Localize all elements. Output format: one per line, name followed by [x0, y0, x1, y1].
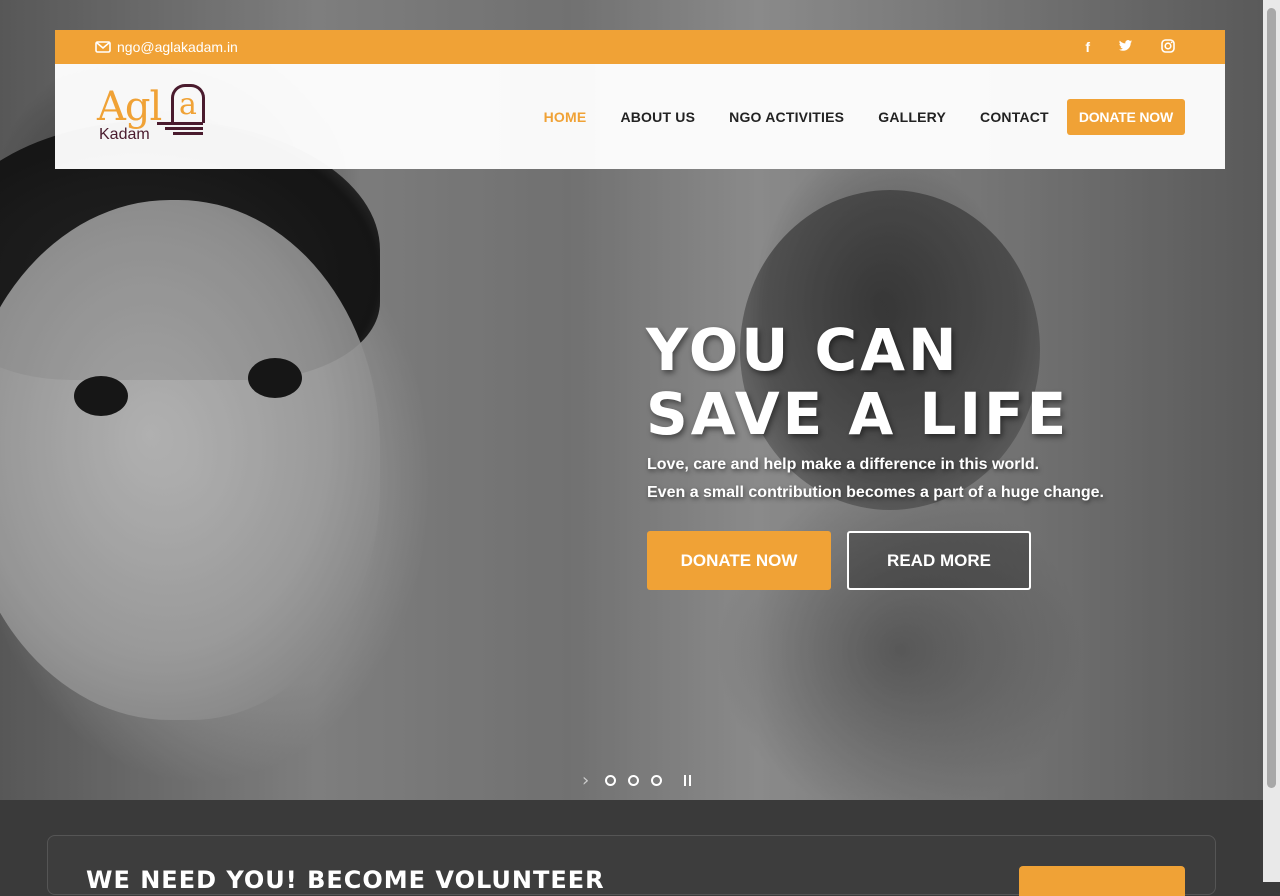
page-scrollbar[interactable] — [1263, 0, 1280, 882]
logo-door-a: a — [171, 83, 205, 123]
slider-dot[interactable] — [651, 775, 663, 786]
slider-dot[interactable] — [628, 775, 640, 786]
email-text: ngo@aglakadam.in — [117, 39, 238, 55]
logo-steps-icon — [157, 121, 203, 137]
slider-pause-icon[interactable] — [684, 775, 692, 786]
scrollbar-thumb[interactable] — [1267, 8, 1276, 788]
slider-next-arrow-icon[interactable]: › — [582, 770, 589, 791]
hero-subtext-line2: Even a small contribution becomes a part… — [647, 484, 1104, 501]
hero-donate-button[interactable]: DONATE NOW — [647, 531, 831, 590]
social-links: f — [1085, 38, 1185, 56]
nav-donate-button[interactable]: DONATE NOW — [1066, 98, 1185, 135]
slider-controls: › — [582, 770, 692, 791]
nav-menu: HOME ABOUT US NGO ACTIVITIES GALLERY CON… — [510, 98, 1185, 135]
hero-headline-line2: SAVE A LIFE — [646, 380, 1070, 448]
hero-headline: YOU CAN SAVE A LIFE — [646, 318, 1069, 446]
slider-dot[interactable] — [605, 775, 617, 786]
logo-text-sub: Kadam — [99, 125, 150, 143]
main-navbar: Agl a Kadam HOME ABOUT US NGO ACTIVITIES… — [55, 64, 1225, 169]
volunteer-title: WE NEED YOU! BECOME VOLUNTEER — [86, 866, 605, 894]
nav-item-about-us[interactable]: ABOUT US — [620, 109, 695, 125]
twitter-icon[interactable] — [1118, 39, 1133, 55]
hero-read-more-button[interactable]: READ MORE — [847, 531, 1031, 590]
facebook-icon[interactable]: f — [1085, 39, 1090, 55]
hero-headline-line1: YOU CAN — [646, 316, 960, 384]
logo-text-main: Agl — [97, 83, 162, 130]
nav-item-contact[interactable]: CONTACT — [980, 109, 1049, 125]
envelope-icon — [95, 41, 111, 53]
nav-item-home[interactable]: HOME — [544, 109, 587, 125]
instagram-icon[interactable] — [1161, 38, 1175, 56]
top-bar: ngo@aglakadam.in f — [55, 30, 1225, 64]
nav-item-gallery[interactable]: GALLERY — [878, 109, 946, 125]
volunteer-button[interactable] — [1019, 866, 1185, 896]
agla-kadam-logo[interactable]: Agl a Kadam — [97, 82, 207, 152]
email-link[interactable]: ngo@aglakadam.in — [95, 39, 238, 55]
hero-subtext-line1: Love, care and help make a difference in… — [647, 456, 1040, 473]
nav-item-ngo-activities[interactable]: NGO ACTIVITIES — [729, 109, 844, 125]
